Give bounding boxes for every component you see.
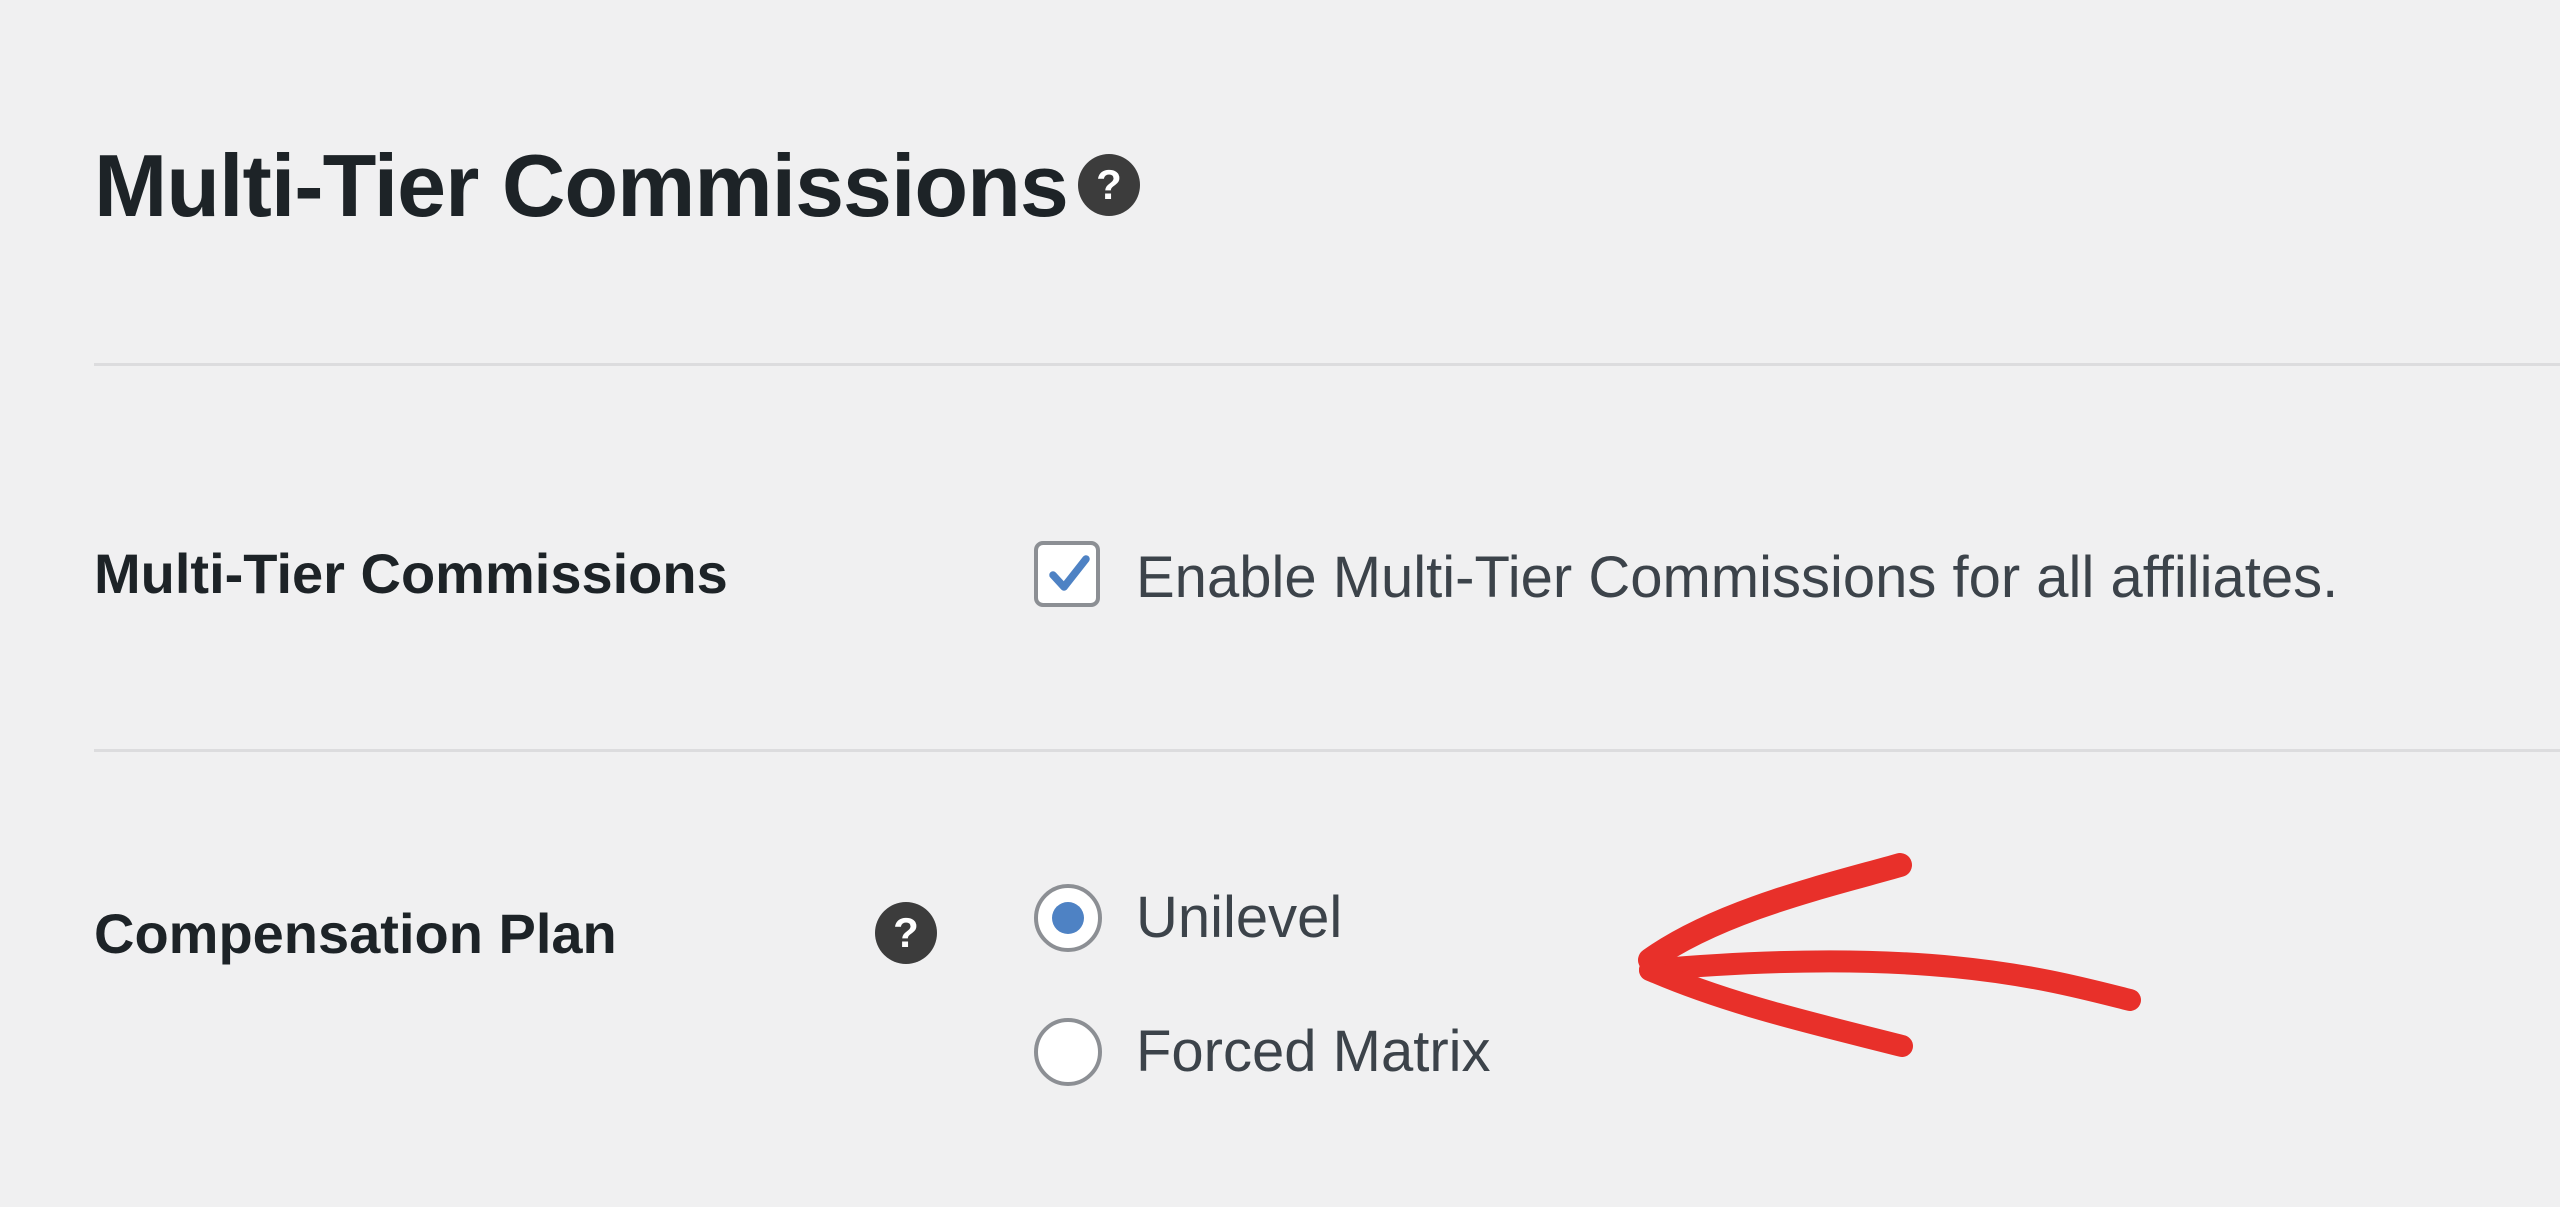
help-icon[interactable]: ? [875,902,937,964]
unilevel-radio[interactable] [1034,884,1102,952]
unilevel-radio-label[interactable]: Unilevel [1136,886,1342,950]
page-title: Multi-Tier Commissions [94,136,1069,235]
annotation-arrow-icon [1638,853,2141,1057]
radio-selected-dot [1052,902,1084,934]
compensation-plan-label: Compensation Plan [94,902,617,965]
section-divider [94,749,2560,752]
checkmark-icon [1049,555,1090,591]
forced-matrix-radio[interactable] [1034,1018,1102,1086]
forced-matrix-radio-label[interactable]: Forced Matrix [1136,1020,1491,1084]
enable-multi-tier-checkbox-label[interactable]: Enable Multi-Tier Commissions for all af… [1136,546,2338,610]
help-icon[interactable]: ? [1078,154,1140,216]
section-divider [94,363,2560,366]
enable-multi-tier-checkbox[interactable] [1034,541,1100,607]
multi-tier-commissions-label: Multi-Tier Commissions [94,542,728,605]
